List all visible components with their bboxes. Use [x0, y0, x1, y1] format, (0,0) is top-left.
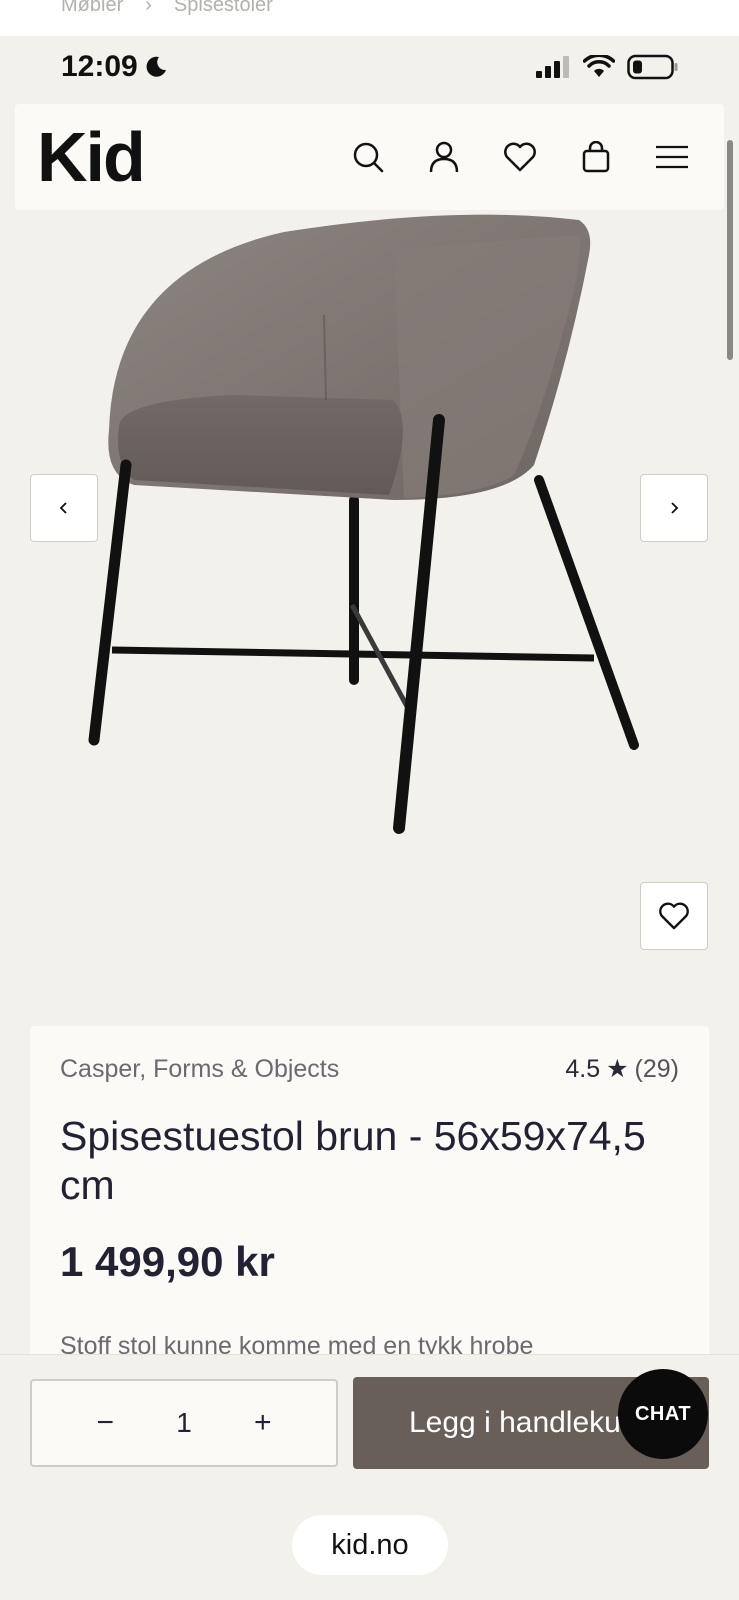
- battery-icon: [627, 54, 678, 80]
- breadcrumb: Møbler › Spisestoler: [61, 0, 273, 17]
- search-icon: [353, 142, 384, 173]
- breadcrumb-item-mobler[interactable]: Møbler: [61, 0, 123, 17]
- site-header: Kid: [15, 104, 724, 210]
- product-page: Møbler › Spisestoler 12:09 Kid Casper, F…: [0, 0, 739, 1600]
- heart-icon: [504, 142, 536, 172]
- header-icons: [350, 139, 690, 175]
- account-button[interactable]: [426, 139, 462, 175]
- status-icons: [535, 54, 679, 80]
- decrease-quantity-button[interactable]: −: [90, 1406, 120, 1440]
- star-icon: ★: [606, 1055, 629, 1083]
- breadcrumb-strip: Møbler › Spisestoler: [0, 0, 739, 36]
- purchase-bar: − 1 + Legg i handlekurv CHAT kid.no: [0, 1354, 739, 1600]
- chevron-left-icon: [59, 502, 67, 514]
- search-button[interactable]: [350, 139, 386, 175]
- status-time: 12:09: [61, 50, 168, 84]
- gallery-next-button[interactable]: [640, 474, 708, 542]
- chat-button[interactable]: CHAT: [618, 1369, 708, 1459]
- add-to-wishlist-button[interactable]: [640, 882, 708, 950]
- product-brand[interactable]: Casper, Forms & Objects: [60, 1055, 339, 1084]
- product-title: Spisestuestol brun - 56x59x74,5 cm: [60, 1113, 646, 1209]
- bag-icon: [582, 141, 610, 173]
- clock: 12:09: [61, 50, 138, 83]
- heart-icon: [659, 902, 689, 930]
- product-image-chair[interactable]: [34, 210, 704, 890]
- product-rating[interactable]: 4.5 ★ (29): [565, 1054, 679, 1084]
- browser-url-pill[interactable]: kid.no: [292, 1515, 448, 1575]
- breadcrumb-item-spisestoler[interactable]: Spisestoler: [174, 0, 273, 17]
- chevron-right-icon: [671, 502, 679, 514]
- signal-icon: [536, 56, 569, 78]
- account-icon: [429, 141, 459, 173]
- quantity-stepper[interactable]: − 1 +: [30, 1379, 338, 1467]
- product-meta-row: Casper, Forms & Objects 4.5 ★ (29): [60, 1054, 679, 1084]
- product-info-card: Casper, Forms & Objects 4.5 ★ (29) Spise…: [30, 1026, 709, 1366]
- product-gallery: [0, 210, 739, 990]
- wishlist-button[interactable]: [502, 139, 538, 175]
- quantity-value[interactable]: 1: [176, 1407, 192, 1439]
- kid-logo[interactable]: Kid: [37, 122, 146, 192]
- gallery-prev-button[interactable]: [30, 474, 98, 542]
- review-count: (29): [634, 1054, 679, 1083]
- add-to-cart-label: Legg i handlekurv: [409, 1406, 646, 1439]
- cart-button[interactable]: [578, 139, 614, 175]
- moon-icon: [146, 56, 166, 77]
- menu-icon: [656, 145, 688, 169]
- wifi-icon: [583, 55, 615, 77]
- product-price: 1 499,90 kr: [60, 1238, 275, 1286]
- rating-score: 4.5: [565, 1054, 601, 1083]
- breadcrumb-separator: ›: [145, 0, 152, 16]
- increase-quantity-button[interactable]: +: [248, 1406, 278, 1440]
- status-bar: 12:09: [0, 36, 739, 98]
- menu-button[interactable]: [654, 139, 690, 175]
